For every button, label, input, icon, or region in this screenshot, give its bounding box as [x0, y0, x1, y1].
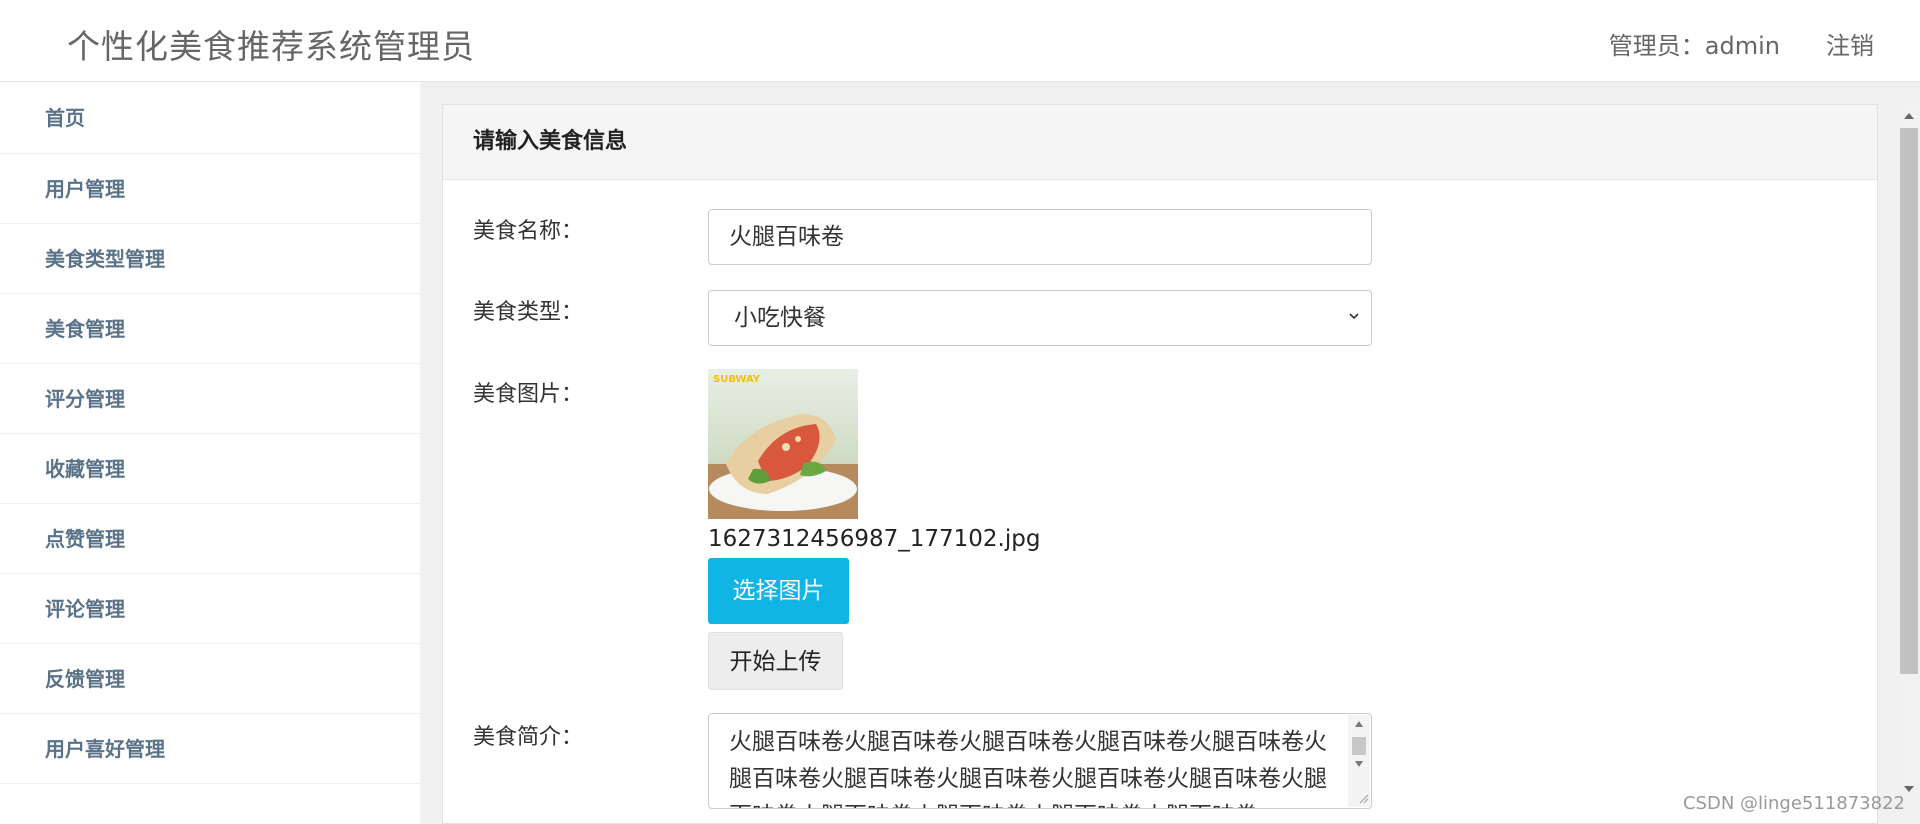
sidebar-item-feedback[interactable]: 反馈管理	[0, 644, 420, 714]
choose-image-button[interactable]: 选择图片	[708, 558, 849, 624]
food-name-label: 美食名称：	[473, 219, 584, 244]
scroll-up-icon[interactable]	[1898, 106, 1920, 126]
food-intro-label: 美食简介：	[473, 725, 584, 750]
logout-link[interactable]: 注销	[1826, 26, 1874, 61]
food-intro-text: 火腿百味卷火腿百味卷火腿百味卷火腿百味卷火腿百味卷火腿百味卷火腿百味卷火腿百味卷…	[729, 729, 1327, 808]
sidebar-item-preferences[interactable]: 用户喜好管理	[0, 714, 420, 784]
top-bar: 个性化美食推荐系统管理员 管理员：admin 注销	[0, 0, 1920, 82]
food-type-label: 美食类型：	[473, 300, 584, 325]
main-scrollbar[interactable]	[1898, 104, 1920, 799]
sidebar-item-favorites[interactable]: 收藏管理	[0, 434, 420, 504]
scrollbar-thumb[interactable]	[1900, 128, 1918, 674]
main-content: 请输入美食信息 美食名称： 火腿百味卷 美食类型： 小吃快餐 美食图片： SUB…	[420, 82, 1920, 824]
app-title: 个性化美食推荐系统管理员	[67, 27, 475, 66]
sidebar-item-food-types[interactable]: 美食类型管理	[0, 224, 420, 294]
food-name-input[interactable]: 火腿百味卷	[708, 209, 1372, 265]
chevron-down-icon	[1349, 313, 1359, 320]
scroll-arrows-icon	[1352, 721, 1369, 804]
sidebar-item-foods[interactable]: 美食管理	[0, 294, 420, 364]
image-filename: 1627312456987_177102.jpg	[708, 526, 1041, 552]
sidebar-item-comments[interactable]: 评论管理	[0, 574, 420, 644]
food-intro-textarea[interactable]: 火腿百味卷火腿百味卷火腿百味卷火腿百味卷火腿百味卷火腿百味卷火腿百味卷火腿百味卷…	[708, 713, 1372, 809]
sidebar-item-likes[interactable]: 点赞管理	[0, 504, 420, 574]
sidebar-item-ratings[interactable]: 评分管理	[0, 364, 420, 434]
sidebar-item-home[interactable]: 首页	[0, 82, 420, 154]
food-type-select[interactable]: 小吃快餐	[708, 290, 1372, 346]
sidebar-item-users[interactable]: 用户管理	[0, 154, 420, 224]
panel-heading: 请输入美食信息	[443, 105, 1877, 180]
admin-user-label: 管理员：admin	[1608, 32, 1780, 60]
watermark: CSDN @linge511873822	[1682, 793, 1905, 814]
food-type-selected: 小吃快餐	[734, 305, 826, 331]
food-form-panel: 请输入美食信息 美食名称： 火腿百味卷 美食类型： 小吃快餐 美食图片： SUB…	[442, 104, 1878, 824]
food-image-preview: SUBWAY	[708, 369, 858, 519]
wrap-photo-icon: SUBWAY	[708, 369, 858, 519]
svg-text:SUBWAY: SUBWAY	[713, 374, 761, 385]
food-image-label: 美食图片：	[473, 382, 584, 407]
start-upload-button[interactable]: 开始上传	[708, 632, 843, 690]
sidebar-nav: 首页 用户管理 美食类型管理 美食管理 评分管理 收藏管理 点赞管理 评论管理 …	[0, 82, 420, 824]
textarea-scrollbar[interactable]	[1348, 715, 1370, 807]
